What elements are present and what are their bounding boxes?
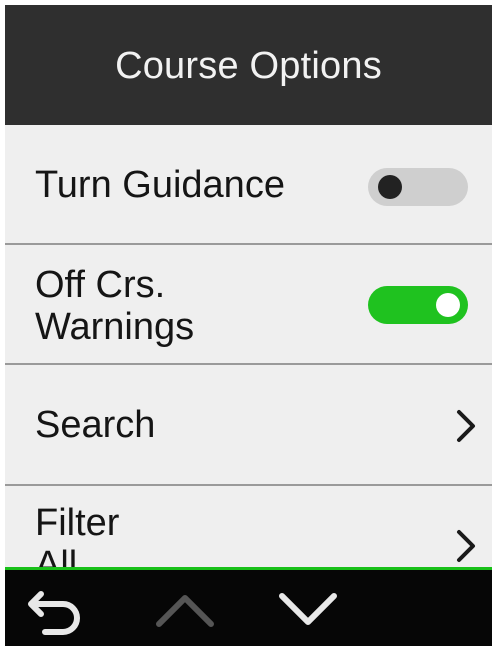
search-row[interactable]: Search: [5, 365, 492, 486]
chevron-down-icon[interactable]: [276, 582, 340, 638]
chevron-right-icon: [457, 530, 475, 562]
turn-guidance-toggle[interactable]: [368, 168, 468, 206]
back-arrow-icon[interactable]: [27, 582, 91, 638]
filter-value: All: [35, 544, 78, 568]
page-header: Course Options: [5, 5, 492, 125]
off-course-warnings-label-line2: Warnings: [35, 306, 195, 348]
filter-label: Filter: [35, 502, 120, 544]
off-course-warnings-label-line1: Off Crs.: [35, 264, 166, 306]
off-course-warnings-toggle[interactable]: [368, 286, 468, 324]
page-title: Course Options: [115, 44, 382, 87]
turn-guidance-label: Turn Guidance: [35, 164, 285, 206]
chevron-right-icon: [457, 410, 475, 442]
bottom-nav-bar: [5, 570, 492, 646]
search-label: Search: [35, 404, 156, 446]
device-screen: Course Options Turn Guidance Off Crs. Wa…: [5, 5, 492, 646]
options-list: Turn Guidance Off Crs. Warnings Search F…: [5, 125, 492, 568]
toggle-knob: [378, 175, 402, 199]
off-course-warnings-row[interactable]: Off Crs. Warnings: [5, 245, 492, 365]
chevron-up-icon[interactable]: [153, 582, 217, 638]
toggle-knob: [436, 293, 460, 317]
filter-row[interactable]: Filter All: [5, 486, 492, 568]
turn-guidance-row[interactable]: Turn Guidance: [5, 125, 492, 245]
